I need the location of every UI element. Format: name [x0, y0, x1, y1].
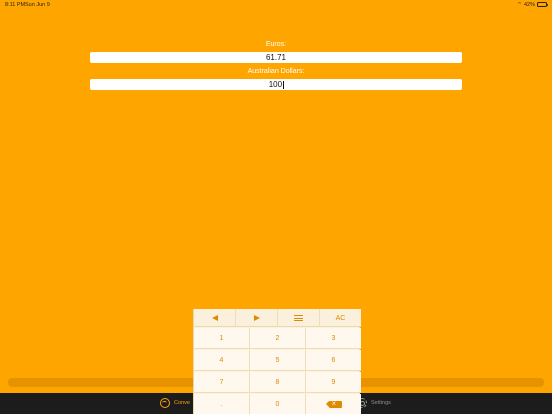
backspace-button[interactable] [306, 394, 361, 414]
status-date: Sun Jun 9 [25, 2, 50, 8]
wifi-icon: ⌔ [516, 2, 522, 8]
left-arrow-icon [211, 315, 218, 321]
battery-icon [537, 2, 548, 7]
backspace-icon [325, 399, 342, 409]
text-cursor [282, 80, 284, 89]
to-amount-field[interactable]: 100 [90, 79, 462, 90]
keypad-control-row: AC [194, 309, 361, 327]
menu-icon [294, 315, 303, 321]
keypad-row: 7 8 9 [194, 372, 361, 393]
convert-icon [160, 398, 170, 408]
key-7[interactable]: 7 [194, 372, 250, 392]
from-currency-label: Euros: [265, 41, 287, 48]
tab-settings[interactable]: Settings [357, 398, 391, 408]
from-amount-value: 61.71 [265, 53, 287, 62]
all-clear-button[interactable]: AC [320, 309, 361, 327]
key-4[interactable]: 4 [194, 350, 250, 370]
menu-button[interactable] [278, 309, 320, 327]
key-1[interactable]: 1 [194, 328, 250, 348]
key-5[interactable]: 5 [250, 350, 306, 370]
cursor-left-button[interactable] [194, 309, 236, 327]
cursor-right-button[interactable] [236, 309, 278, 327]
status-bar: 8:11 PM Sun Jun 9 ⌔ 42% [0, 0, 552, 10]
tab-settings-label: Settings [371, 400, 391, 406]
status-time: 8:11 PM [5, 2, 26, 8]
key-2[interactable]: 2 [250, 328, 306, 348]
right-arrow-icon [253, 315, 260, 321]
keypad-row: 4 5 6 [194, 350, 361, 371]
to-amount-value: 100 [268, 80, 283, 89]
key-9[interactable]: 9 [306, 372, 361, 392]
tab-convert[interactable]: Conve [160, 398, 190, 408]
battery-percent: 42% [523, 1, 535, 8]
key-8[interactable]: 8 [250, 372, 306, 392]
key-3[interactable]: 3 [306, 328, 361, 348]
keypad-row: 1 2 3 [194, 328, 361, 349]
keypad-row: . 0 [194, 394, 361, 414]
to-currency-label: Australian Dollars: [247, 68, 305, 75]
tab-convert-label: Conve [174, 400, 190, 406]
from-amount-field[interactable]: 61.71 [90, 52, 462, 63]
status-indicators: ⌔ 42% [516, 1, 548, 8]
key-6[interactable]: 6 [306, 350, 361, 370]
number-keypad: AC 1 2 3 4 5 6 7 8 9 . 0 [193, 309, 361, 414]
key-decimal[interactable]: . [194, 394, 250, 414]
key-0[interactable]: 0 [250, 394, 306, 414]
